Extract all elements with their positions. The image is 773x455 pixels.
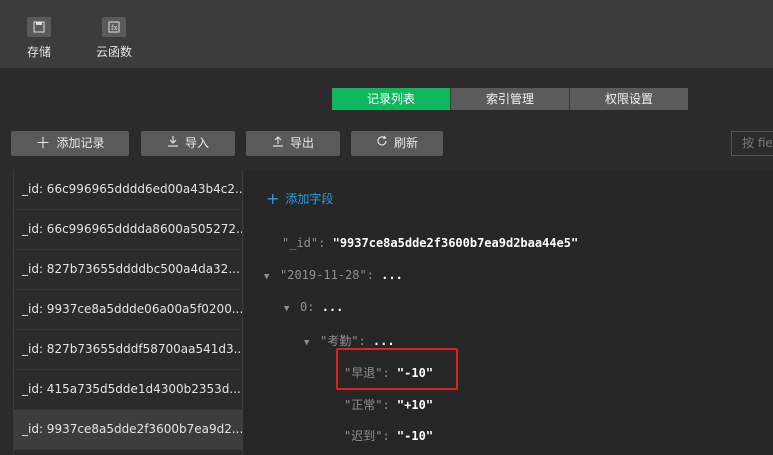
tab-bar: 记录列表 索引管理 权限设置 [332,88,688,110]
triangle-down-icon[interactable]: ▼ [304,338,320,348]
field-value: ... [321,300,344,314]
field-value: "+10" [396,398,434,412]
field-key: "考勤": [320,334,366,348]
add-record-button[interactable]: ＋ 添加记录 [11,131,129,156]
field-key: "_id": [282,236,326,250]
triangle-down-icon[interactable]: ▼ [284,304,300,314]
list-item[interactable]: _id: 66c996965dddd6ed00a43b4c2... [14,170,242,210]
save-tool[interactable]: 存储 [11,17,67,60]
field-key: 0: [300,300,315,314]
top-toolbar: 存储 fx 云函数 [0,0,773,68]
refresh-label: 刷新 [393,136,418,150]
add-field-label: 添加字段 [285,192,334,206]
export-label: 导出 [289,136,314,150]
function-icon: fx [102,17,126,37]
record-detail: + 添加字段 "_id": "9937ce8a5dde2f3600b7ea9d2… [244,170,773,455]
import-label: 导入 [184,136,209,150]
tab-permissions[interactable]: 权限设置 [570,88,688,110]
field-value: "9937ce8a5dde2f3600b7ea9d2baa44e5" [332,236,579,250]
list-item[interactable]: _id: 9937ce8a5ddde06a00a5f0200... [14,290,242,330]
list-item[interactable]: _id: 827b73655dddf58700aa541d3... [14,330,242,370]
refresh-button[interactable]: 刷新 [351,131,443,156]
field-key: "2019-11-28": [280,268,374,282]
save-label: 存储 [26,45,51,59]
field-attendance[interactable]: ▼ "考勤": ... [304,332,395,349]
record-list: _id: 66c996965dddd6ed00a43b4c2... _id: 6… [13,170,243,455]
import-button[interactable]: 导入 [141,131,235,156]
field-index-0[interactable]: ▼ 0: ... [284,300,343,314]
add-field-button[interactable]: + 添加字段 [266,190,333,207]
tab-records[interactable]: 记录列表 [332,88,451,110]
list-item-selected[interactable]: _id: 9937ce8a5dde2f3600b7ea9d2... [14,410,242,450]
field-date[interactable]: ▼ "2019-11-28": ... [264,268,403,282]
plus-icon: ＋ [35,134,51,152]
upload-icon [272,131,284,156]
field-key: "迟到": [344,429,390,443]
download-icon [167,131,179,156]
tab-indexes[interactable]: 索引管理 [451,88,570,110]
search-input[interactable]: 按 fie [731,131,773,156]
highlight-box [336,348,458,390]
cloud-function-tool[interactable]: fx 云函数 [86,17,142,60]
svg-text:fx: fx [111,24,118,32]
field-normal[interactable]: "正常": "+10" [344,396,433,413]
field-late[interactable]: "迟到": "-10" [344,427,433,444]
field-value: ... [372,334,395,348]
plus-icon: + [266,188,280,208]
export-button[interactable]: 导出 [246,131,340,156]
cloud-function-label: 云函数 [95,45,132,59]
list-item[interactable]: _id: 415a735d5dde1d4300b2353d... [14,370,242,410]
list-item[interactable]: _id: 827b73655ddddbc500a4da32... [14,250,242,290]
list-item[interactable]: _id: 66c996965dddda8600a505272... [14,210,242,250]
field-id[interactable]: "_id": "9937ce8a5dde2f3600b7ea9d2baa44e5… [282,236,578,250]
triangle-down-icon[interactable]: ▼ [264,272,280,282]
save-icon [27,17,51,37]
field-value: "-10" [396,429,434,443]
field-value: ... [381,268,403,282]
field-key: "正常": [344,398,390,412]
add-record-label: 添加记录 [56,136,105,150]
refresh-icon [376,131,388,156]
